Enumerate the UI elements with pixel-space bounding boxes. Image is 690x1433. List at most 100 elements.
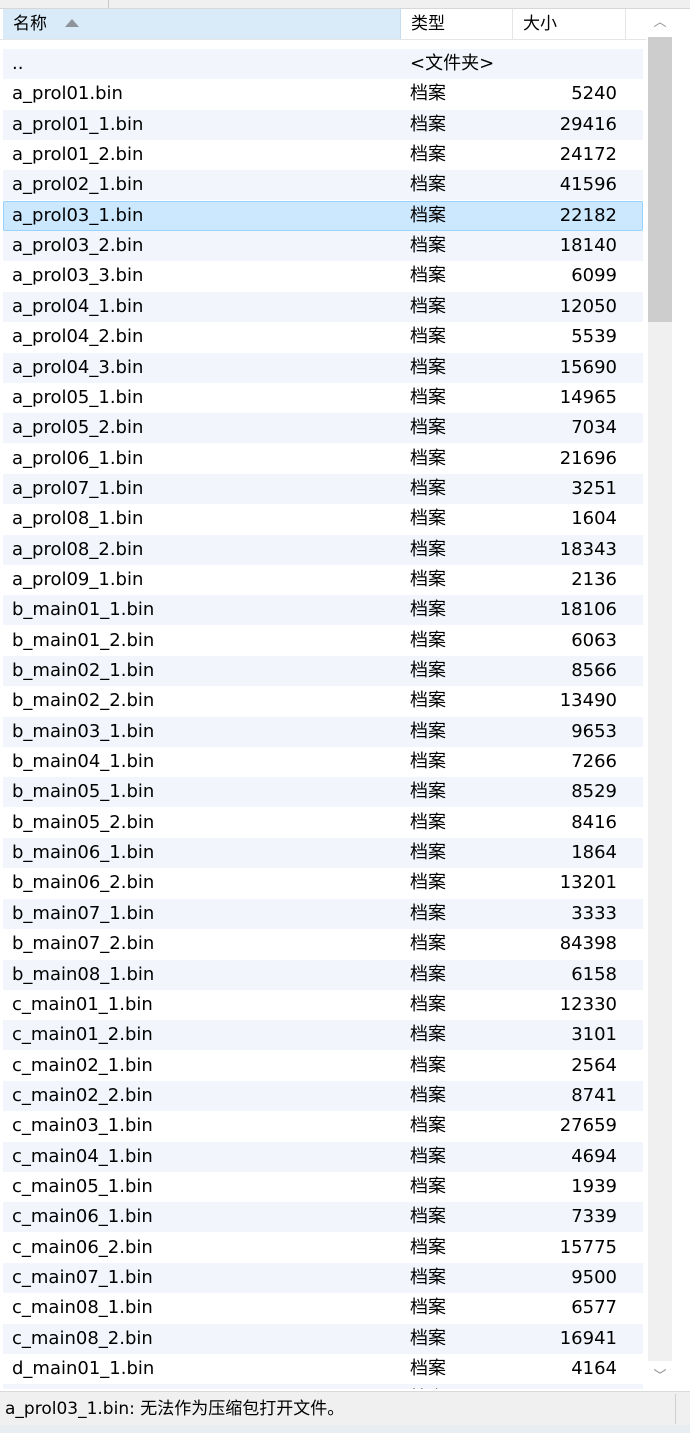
table-row[interactable]: b_main08_1.bin 档案 6158 [3,959,643,990]
file-name: a_prol05_2.bin [12,417,144,439]
file-list[interactable]: 名称 类型 大小 .. <文件夹> a_prol01.bin 档案 5240 a_prol… [0,9,646,1389]
file-size: 14965 [559,386,617,408]
file-size: 8741 [571,1084,617,1106]
table-row[interactable]: b_main05_2.bin 档案 8416 [3,808,643,838]
table-row[interactable]: b_main06_2.bin 档案 13201 [3,868,643,898]
file-size: 29416 [559,113,617,135]
file-type: 档案 [410,477,446,499]
file-size: 4694 [571,1145,617,1167]
status-message: a_prol03_1.bin: 无法作为压缩包打开文件。 [0,1394,676,1424]
table-row[interactable]: c_main06_2.bin 档案 15775 [3,1233,643,1263]
vertical-scrollbar[interactable]: ︿ ﹀ [646,9,690,1389]
table-row[interactable]: c_main01_2.bin 档案 3101 [3,1020,643,1051]
sort-ascending-icon [65,19,79,27]
table-row[interactable]: c_main03_1.bin 档案 27659 [3,1111,643,1141]
file-name: a_prol02_1.bin [12,174,144,196]
column-header-type[interactable]: 类型 [401,9,513,39]
file-name: b_main04_1.bin [12,751,155,773]
table-row[interactable]: a_prol01_2.bin 档案 24172 [3,140,643,170]
table-row[interactable]: a_prol03_2.bin 档案 18140 [3,231,643,262]
file-size: 13201 [559,872,617,894]
table-row[interactable]: b_main07_1.bin 档案 3333 [3,898,643,929]
file-name: a_prol05_1.bin [12,386,144,408]
file-type: 档案 [410,1384,446,1389]
table-row[interactable]: a_prol08_2.bin 档案 18343 [3,534,643,565]
table-row[interactable]: a_prol03_1.bin 档案 22182 [3,200,643,231]
table-row[interactable]: b_main02_1.bin 档案 8566 [3,656,643,686]
table-row[interactable]: b_main01_1.bin 档案 18106 [3,595,643,626]
table-row[interactable]: c_main04_1.bin 档案 4694 [3,1141,643,1172]
table-row[interactable]: a_prol01.bin 档案 5240 [3,79,643,109]
table-row[interactable]: a_prol04_1.bin 档案 12050 [3,291,643,322]
table-row[interactable]: b_main02_2.bin 档案 13490 [3,686,643,716]
column-header-name[interactable]: 名称 [3,9,401,39]
file-type: 档案 [410,83,446,105]
table-row[interactable]: .. <文件夹> [3,49,643,79]
table-row[interactable]: a_prol09_1.bin 档案 2136 [3,565,643,595]
table-row[interactable]: c_main07_1.bin 档案 9500 [3,1263,643,1293]
table-row[interactable]: a_prol06_1.bin 档案 21696 [3,444,643,474]
file-size: 27659 [559,1115,617,1137]
chevron-up-icon[interactable]: ︿ [648,11,672,35]
table-row[interactable]: b_main01_2.bin 档案 6063 [3,626,643,656]
file-size: 21696 [559,447,617,469]
file-type: 档案 [410,751,446,773]
file-type: 档案 [410,872,446,894]
table-row[interactable]: c_main02_1.bin 档案 2564 [3,1051,643,1081]
file-size: 1939 [571,1175,617,1197]
table-row[interactable]: a_prol04_2.bin 档案 5539 [3,322,643,352]
table-row[interactable]: c_main01_1.bin 档案 12330 [3,990,643,1020]
table-row[interactable]: b_main06_1.bin 档案 1864 [3,838,643,869]
file-name: d_main01_1.bin [12,1358,155,1380]
file-type: 档案 [410,1206,446,1228]
file-size: 15775 [559,1236,617,1258]
file-size: 41596 [559,174,617,196]
table-row[interactable]: b_main07_2.bin 档案 84398 [3,929,643,959]
table-row[interactable]: a_prol02_1.bin 档案 41596 [3,170,643,201]
table-row[interactable]: b_main05_1.bin 档案 8529 [3,777,643,808]
file-name: c_main06_2.bin [12,1236,153,1258]
file-type: 档案 [410,1024,446,1046]
file-type: 档案 [410,295,446,317]
table-row[interactable]: a_prol08_1.bin 档案 1604 [3,504,643,534]
file-size: 13490 [559,690,617,712]
table-row[interactable]: c_main02_2.bin 档案 8741 [3,1080,643,1111]
scroll-thumb[interactable] [648,37,672,322]
file-name: b_main03_1.bin [12,720,155,742]
table-row[interactable]: c_main05_1.bin 档案 1939 [3,1172,643,1202]
file-name: a_prol01_2.bin [12,144,144,166]
file-name: a_prol07_1.bin [12,477,144,499]
file-name: c_main02_2.bin [12,1084,153,1106]
table-row[interactable]: a_prol01_1.bin 档案 29416 [3,109,643,140]
table-row[interactable]: b_main04_1.bin 档案 7266 [3,747,643,777]
chevron-down-icon[interactable]: ﹀ [648,1365,672,1389]
table-row[interactable]: a_prol04_3.bin 档案 15690 [3,352,643,383]
table-row[interactable]: a_prol05_1.bin 档案 14965 [3,383,643,413]
file-name: b_main05_1.bin [12,781,155,803]
table-row[interactable]: c_main08_2.bin 档案 16941 [3,1323,643,1354]
file-type: 档案 [410,235,446,257]
file-name: c_main08_1.bin [12,1297,153,1319]
file-type: 档案 [410,842,446,864]
file-type: 档案 [410,1358,446,1380]
table-row[interactable]: a_prol07_1.bin 档案 3251 [3,473,643,504]
file-name: a_prol04_3.bin [12,356,144,378]
table-row[interactable]: c_main08_1.bin 档案 6577 [3,1293,643,1323]
table-row[interactable]: a_prol05_2.bin 档案 7034 [3,413,643,444]
table-row[interactable]: d_main01_1.bin 档案 4164 [3,1354,643,1384]
file-name: c_main04_1.bin [12,1145,153,1167]
file-name: b_main08_1.bin [12,963,155,985]
file-type: 档案 [410,993,446,1015]
table-row[interactable]: d_main01_2.bin 档案 4464 [3,1384,643,1389]
file-size: 2136 [571,568,617,590]
file-name: a_prol03_1.bin [12,204,144,226]
column-header-name-label: 名称 [13,14,47,34]
table-row[interactable]: c_main06_1.bin 档案 7339 [3,1202,643,1233]
table-row[interactable]: b_main03_1.bin 档案 9653 [3,716,643,747]
file-size: 8416 [571,811,617,833]
column-header-size[interactable]: 大小 [513,9,626,39]
file-type: 档案 [410,204,446,226]
table-row[interactable]: a_prol03_3.bin 档案 6099 [3,261,643,291]
file-type: 档案 [410,265,446,287]
file-type: 档案 [410,599,446,621]
